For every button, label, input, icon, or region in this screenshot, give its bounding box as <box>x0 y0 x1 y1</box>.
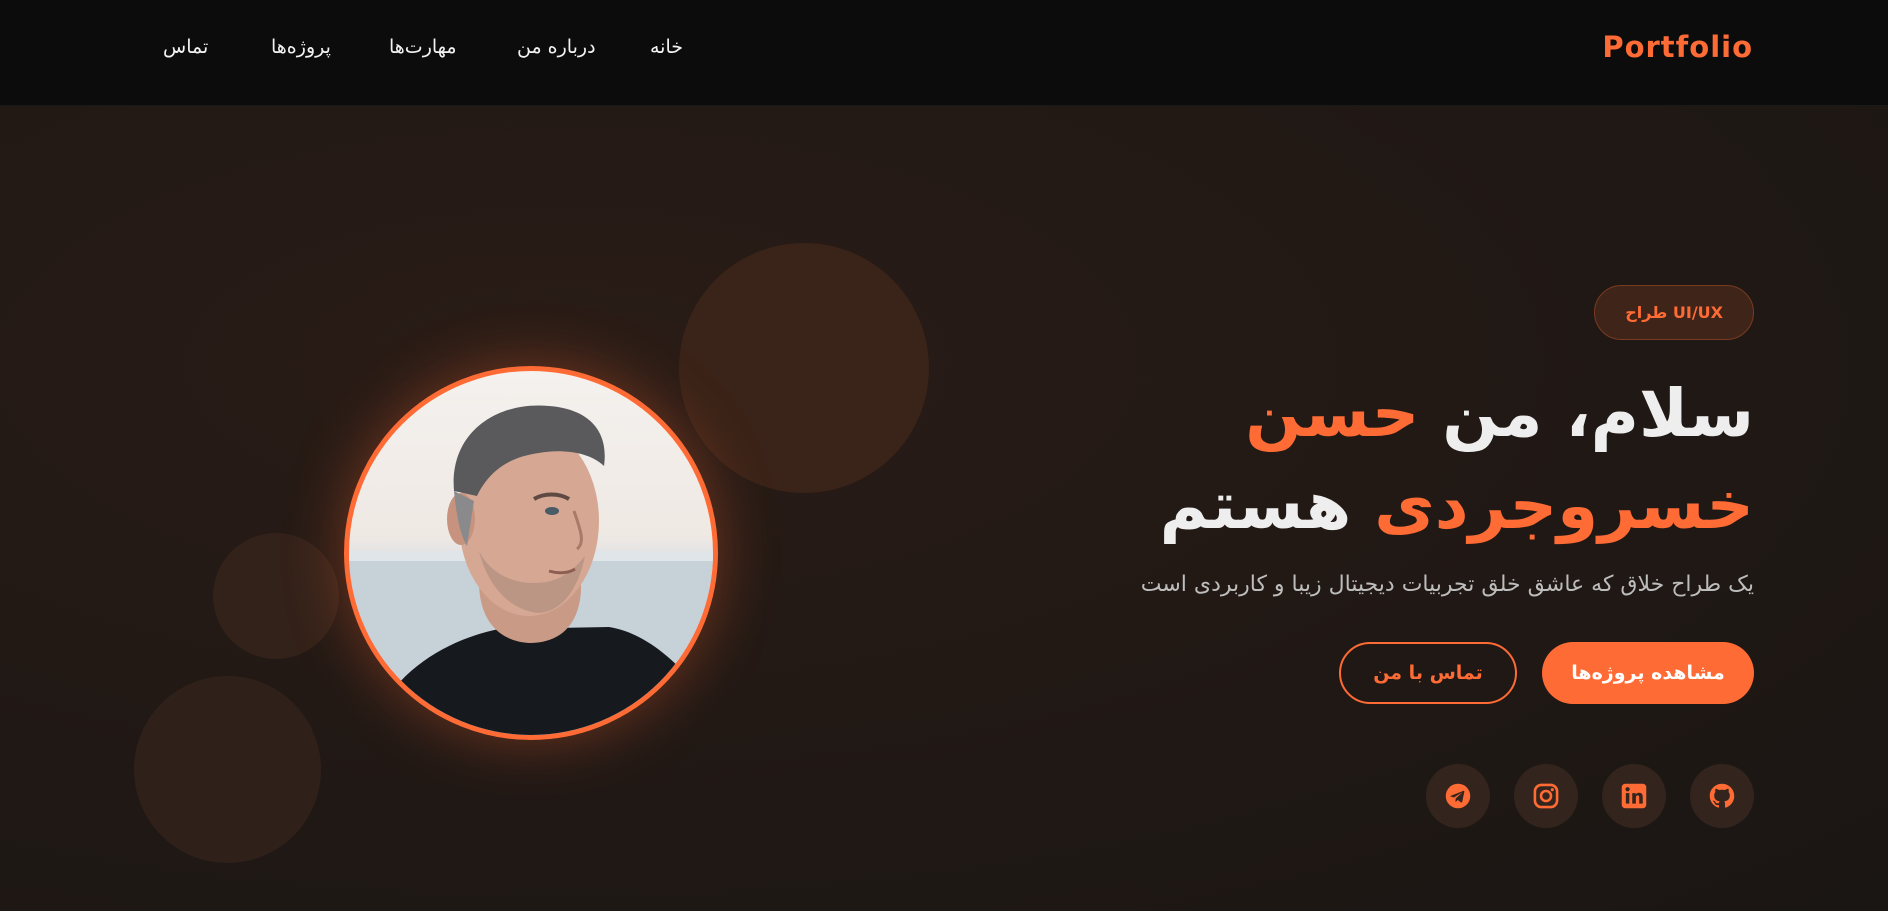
linkedin-icon <box>1621 783 1647 809</box>
hero-title-suffix: هستم <box>1159 467 1375 544</box>
telegram-link[interactable] <box>1426 764 1490 828</box>
nav-link-skills[interactable]: مهارت‌ها <box>389 36 457 58</box>
portfolio-page: Portfolio خانه درباره من مهارت‌ها پروژه‌… <box>0 0 1888 911</box>
contact-me-button[interactable]: تماس با من <box>1339 642 1517 704</box>
hero-title: سلام، من حسن خسروجردی هستم <box>934 368 1754 552</box>
role-badge: طراح UI/UX <box>1594 285 1754 340</box>
linkedin-link[interactable] <box>1602 764 1666 828</box>
hero-subtitle: یک طراح خلاق که عاشق خلق تجربیات دیجیتال… <box>1140 572 1754 597</box>
nav-link-home[interactable]: خانه <box>650 36 683 58</box>
github-link[interactable] <box>1690 764 1754 828</box>
github-icon <box>1709 783 1735 808</box>
nav-link-projects[interactable]: پروژه‌ها <box>271 36 331 58</box>
telegram-icon <box>1445 783 1471 809</box>
hero-title-prefix: سلام، من <box>1419 375 1754 452</box>
view-projects-button[interactable]: مشاهده پروژه‌ها <box>1542 642 1754 704</box>
nav-link-about[interactable]: درباره من <box>517 36 596 58</box>
brand-logo[interactable]: Portfolio <box>1602 30 1753 64</box>
profile-photo <box>344 366 718 740</box>
instagram-link[interactable] <box>1514 764 1578 828</box>
decor-circle <box>213 533 339 659</box>
navbar: Portfolio خانه درباره من مهارت‌ها پروژه‌… <box>0 0 1888 106</box>
decor-circle <box>679 243 929 493</box>
instagram-icon <box>1533 783 1559 809</box>
nav-link-contact[interactable]: تماس <box>163 36 208 58</box>
decor-circle <box>134 676 321 863</box>
profile-portrait-illustration <box>349 405 713 735</box>
